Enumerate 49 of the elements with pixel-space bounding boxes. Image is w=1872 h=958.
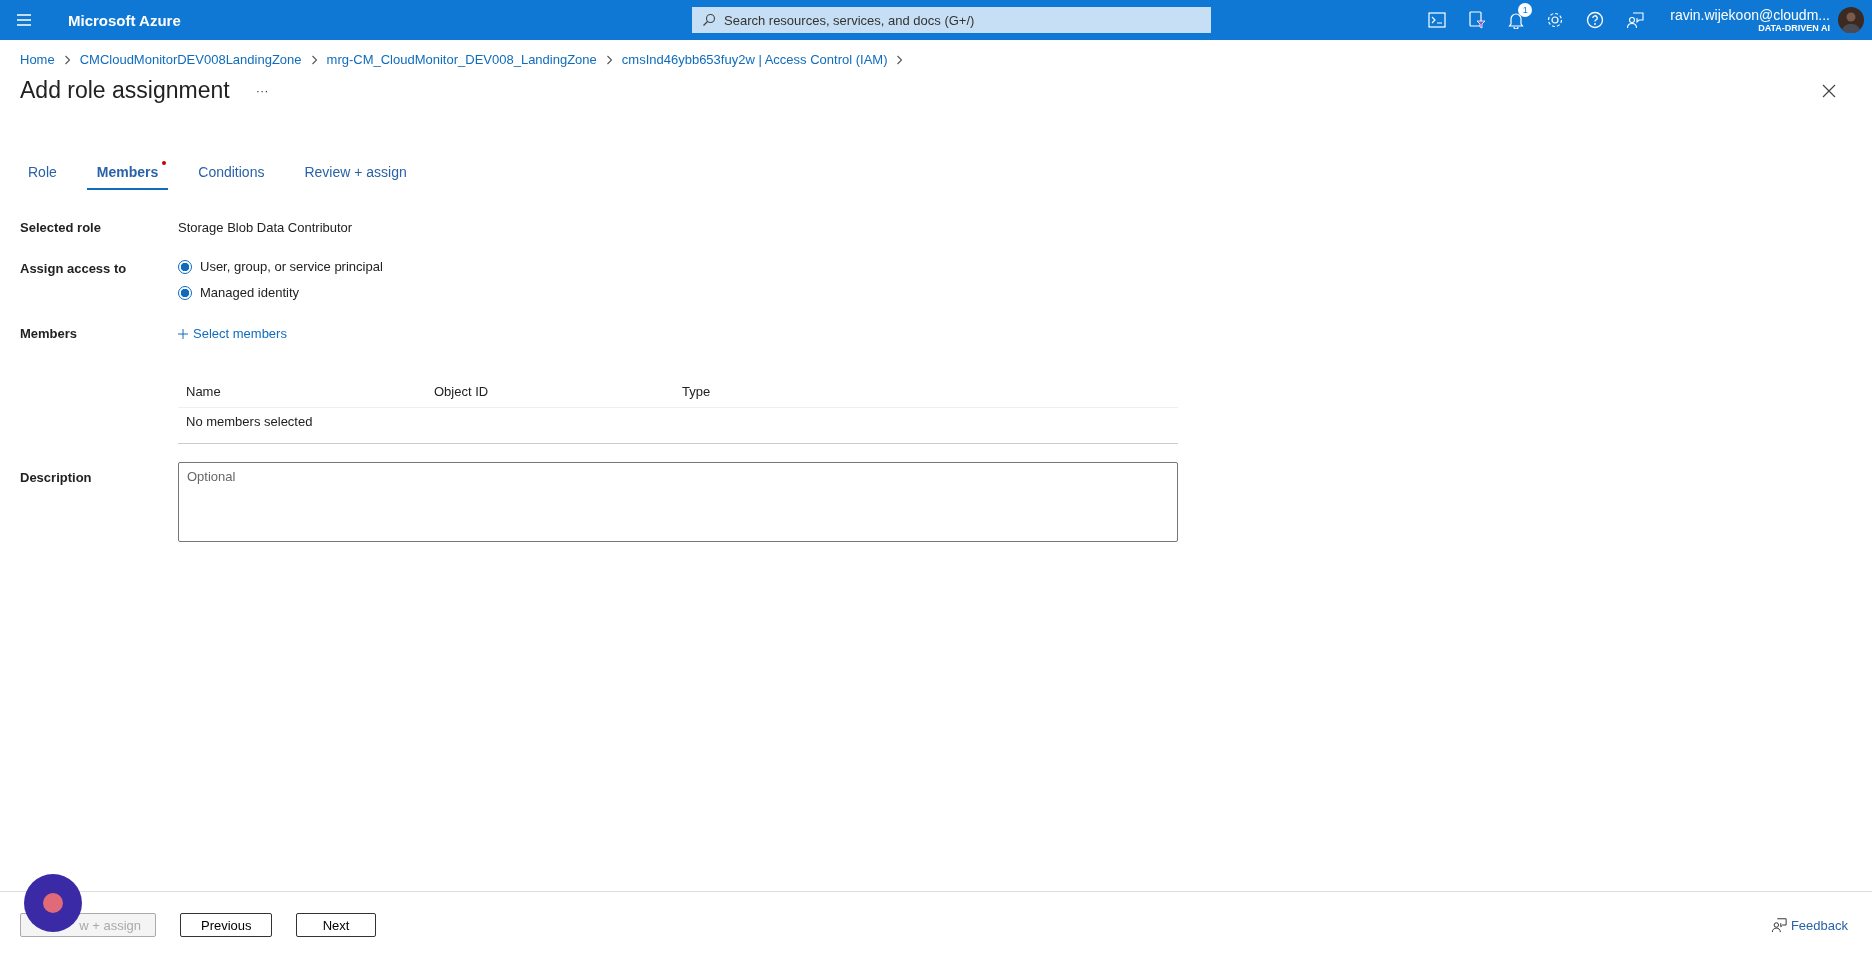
organization-name: DATA-DRIVEN AI — [1758, 23, 1830, 33]
chevron-icon — [63, 54, 71, 65]
breadcrumb-link[interactable]: Home — [20, 52, 55, 67]
more-button[interactable]: ··· — [255, 83, 269, 98]
footer-button[interactable]: Previous — [180, 913, 272, 937]
breadcrumb-link[interactable]: mrg-CM_CloudMonitor_DEV008_LandingZone — [326, 52, 597, 67]
breadcrumb-link[interactable]: cmsInd46ybb653fuy2w | Access Control (IAM) — [621, 52, 888, 67]
filter-icon[interactable] — [1468, 11, 1487, 29]
settings-icon[interactable] — [1546, 11, 1565, 29]
avatar-icon[interactable] — [1838, 7, 1864, 33]
field-label: Description — [20, 469, 93, 485]
feedback-link[interactable]: Feedback — [1770, 917, 1848, 933]
help-icon[interactable] — [1586, 11, 1605, 29]
field-label: Members — [20, 326, 79, 341]
radio-label[interactable]: Managed identity — [200, 285, 299, 300]
chevron-icon — [310, 54, 318, 65]
menu-icon[interactable] — [16, 14, 32, 26]
tab[interactable]: Role — [18, 158, 67, 190]
notification-badge: 1 — [1518, 3, 1533, 17]
select-members-link[interactable]: Select members — [178, 326, 287, 341]
user-name[interactable]: ravin.wijekoon@cloudm... — [1670, 7, 1830, 23]
feedback-icon — [1770, 917, 1787, 933]
description-field[interactable]: Optional — [178, 461, 1178, 542]
plus-icon — [178, 328, 188, 339]
column-header: Name — [186, 383, 222, 399]
radio-button[interactable] — [178, 259, 192, 274]
empty-message: No members selected — [186, 413, 313, 429]
role-value: Storage Blob Data Contributor — [178, 220, 354, 235]
column-header: Type — [682, 383, 712, 399]
terminal-icon[interactable] — [1428, 12, 1447, 28]
bell-icon[interactable] — [1508, 11, 1525, 29]
field-label: Assign access to — [20, 261, 128, 276]
brand-name[interactable]: Microsoft Azure — [68, 11, 181, 29]
search-field[interactable]: Search resources, services, and docs (G+/) — [692, 7, 1211, 33]
search-icon — [702, 13, 716, 27]
field-label: Selected role — [20, 220, 102, 235]
feedback-icon[interactable] — [1626, 11, 1645, 29]
chevron-icon — [605, 54, 613, 65]
breadcrumb-link[interactable]: CMCloudMonitorDEV008LandingZone — [79, 52, 302, 67]
tab[interactable]: Review + assign — [294, 158, 417, 190]
page-title: Add role assignment — [20, 77, 230, 104]
tab[interactable]: Members — [86, 158, 169, 190]
radio-button[interactable] — [178, 285, 192, 300]
chevron-icon — [896, 54, 904, 65]
column-header: Object ID — [434, 383, 490, 399]
radio-label[interactable]: User, group, or service principal — [200, 259, 383, 274]
footer-button[interactable]: Next — [296, 913, 376, 937]
close-icon[interactable] — [1822, 83, 1836, 98]
tab[interactable]: Conditions — [188, 158, 275, 190]
